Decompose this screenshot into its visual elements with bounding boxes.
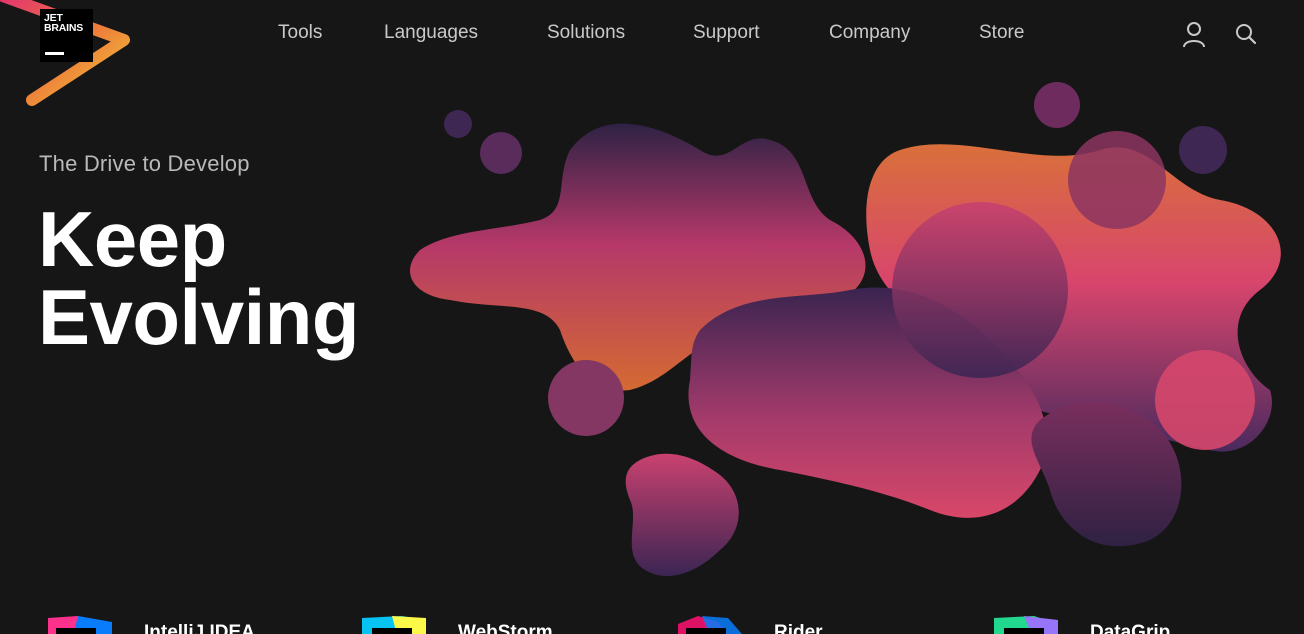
dot-4 bbox=[1179, 126, 1227, 174]
product-name: IntelliJ IDEA bbox=[144, 622, 255, 634]
datagrip-icon: DG bbox=[994, 616, 1058, 634]
hero-title: Keep Evolving bbox=[38, 195, 360, 361]
hero-title-line-2: Evolving bbox=[38, 273, 360, 361]
dot-1 bbox=[444, 110, 472, 138]
hero-subtitle: The Drive to Develop bbox=[39, 151, 250, 176]
product-name: Rider bbox=[774, 622, 823, 634]
intellij-idea-icon: IJ bbox=[48, 616, 112, 634]
webstorm-icon: WS bbox=[362, 616, 426, 634]
product-list: IJ IntelliJ IDEA WS WebStorm RD Rider DG… bbox=[0, 610, 1304, 634]
dot-6 bbox=[548, 360, 624, 436]
dot-5 bbox=[1068, 131, 1166, 229]
dot-3 bbox=[1034, 82, 1080, 128]
product-name: WebStorm bbox=[458, 622, 553, 634]
hero-title-line-1: Keep bbox=[38, 195, 227, 283]
blob-bottom bbox=[625, 453, 739, 577]
product-name: DataGrip bbox=[1090, 622, 1171, 634]
rider-icon: RD bbox=[678, 616, 742, 634]
blob-circle-mid bbox=[892, 202, 1068, 378]
blob-circle-right bbox=[1155, 350, 1255, 450]
dot-2 bbox=[480, 132, 522, 174]
